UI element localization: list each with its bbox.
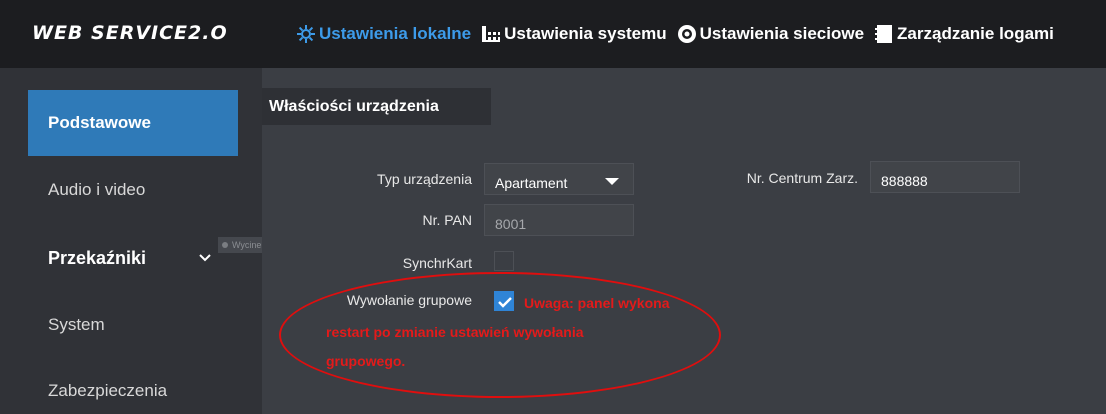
nav-system-settings[interactable]: Ustawienia systemu (481, 24, 667, 44)
top-bar: WEB SERVICE2.O Ustawienia lokalne Ustawi… (0, 0, 1106, 68)
center-number-input[interactable]: 888888 (870, 161, 1020, 193)
device-type-select[interactable]: Apartament (484, 163, 634, 195)
group-call-checkbox[interactable] (494, 291, 514, 311)
network-globe-icon (677, 24, 697, 44)
pan-value: 8001 (495, 216, 527, 232)
nav-label: Ustawienia lokalne (319, 24, 472, 43)
sidebar-item-label: Zabezpieczenia (48, 381, 168, 400)
warning-text-line3: grupowego. (326, 353, 406, 369)
sidebar-item-label: System (48, 315, 105, 334)
main-nav: Ustawienia lokalne Ustawienia systemu Us… (296, 18, 1064, 50)
sidebar-item-label: Audio i video (48, 180, 146, 199)
sidebar-item-label: Podstawowe (48, 113, 151, 132)
sidebar-item-basic[interactable]: Podstawowe (28, 90, 238, 156)
sidebar-item-audio-video[interactable]: Audio i video (28, 157, 238, 223)
tab-label: Właściości urządzenia (269, 98, 439, 115)
nav-label: Zarządzanie logami (897, 24, 1054, 43)
dropdown-caret-icon (605, 178, 619, 185)
snip-dot-icon (222, 242, 228, 248)
nav-log-management[interactable]: Zarządzanie logami (874, 24, 1054, 44)
sync-card-label: SynchrKart (402, 255, 472, 271)
sidebar-item-security[interactable]: Zabezpieczenia (28, 358, 238, 414)
center-number-value: 888888 (881, 173, 928, 189)
warning-text-line2: restart po zmianie ustawień wywołania (326, 324, 584, 340)
warning-text-line1: Uwaga: panel wykona (524, 295, 670, 311)
nav-label: Ustawienia systemu (504, 24, 667, 43)
sidebar-item-label: Przekaźniki (48, 247, 147, 268)
log-document-icon (874, 24, 894, 44)
checkmark-icon (498, 297, 512, 308)
gear-icon (296, 24, 316, 44)
nav-local-settings[interactable]: Ustawienia lokalne (296, 24, 471, 44)
sync-card-checkbox[interactable] (494, 251, 514, 271)
tab-device-properties[interactable]: Właściości urządzenia (262, 88, 491, 125)
app-logo: WEB SERVICE2.O (32, 22, 228, 44)
device-type-value: Apartament (495, 175, 568, 191)
nav-network-settings[interactable]: Ustawienia sieciowe (677, 24, 864, 44)
sidebar-item-relays[interactable]: Przekaźniki (28, 225, 238, 291)
chevron-down-icon[interactable] (198, 249, 212, 263)
group-call-label: Wywołanie grupowe (346, 292, 472, 308)
system-grid-icon (481, 24, 501, 44)
pan-label: Nr. PAN (422, 212, 472, 228)
sidebar-item-system[interactable]: System (28, 292, 238, 358)
device-type-label: Typ urządzenia (377, 171, 472, 187)
pan-input[interactable]: 8001 (484, 204, 634, 236)
center-number-label: Nr. Centrum Zarz. (746, 170, 858, 186)
nav-label: Ustawienia sieciowe (699, 24, 865, 43)
